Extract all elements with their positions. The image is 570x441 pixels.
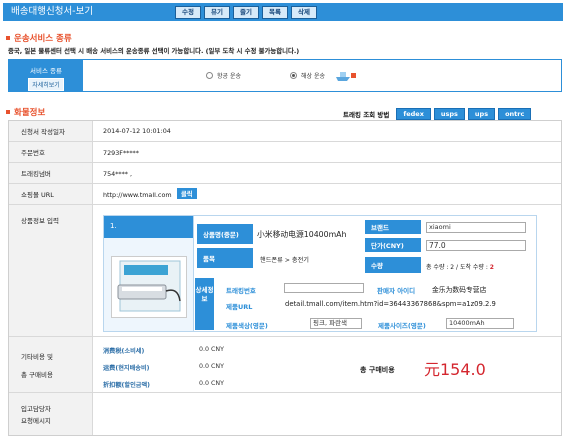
service-type-box: 서비스 종류 자세히보기 — [8, 59, 562, 92]
tracking-ontrc-button[interactable]: ontrc — [498, 108, 532, 120]
radio-air-label: 항공 운송 — [217, 73, 241, 80]
list-button[interactable]: 목록 — [262, 6, 288, 19]
tracking-usps-button[interactable]: usps — [433, 108, 465, 120]
table-row: 쇼핑몰 URL http://www.tmall.com 클릭 — [9, 184, 561, 205]
detail-info-label: 상세정보 — [195, 278, 214, 330]
discount-value: 0.0 CNY — [199, 380, 224, 387]
power-bank-image-icon — [117, 260, 181, 312]
tax-label: 消费税(소비세) — [103, 348, 145, 355]
mall-url-label: 쇼핑몰 URL — [9, 184, 93, 204]
category-label: 품목 — [197, 248, 253, 268]
seller-value: 金乐为数码专营店 — [432, 286, 487, 294]
date-label: 신청서 작성일자 — [9, 121, 93, 141]
total-label: 총 구매비용 — [360, 366, 395, 374]
order-number-label: 주문번호 — [9, 142, 93, 162]
order-number-value: 7293F***** — [103, 149, 139, 157]
table-row: 신청서 작성일자 2014-07-12 10:01:04 — [9, 121, 561, 142]
mall-url-value: http://www.tmall.com — [103, 191, 172, 199]
name-value: 小米移动电源10400mAh — [257, 230, 347, 239]
bullet-icon — [6, 110, 10, 114]
tracking-ups-button[interactable]: ups — [467, 108, 496, 120]
goods-input-label: 상품정보 입력 — [9, 205, 93, 336]
goods-section-heading: 화물정보 — [14, 108, 46, 118]
memo-label-line1: 입고담당자 — [21, 405, 51, 413]
qty-text: 총 수량 : 2 / 도착 수량 : — [426, 264, 490, 271]
tracking-number-label: 트래킹넘버 — [9, 163, 93, 183]
tracking-fedex-button[interactable]: fedex — [396, 108, 431, 120]
ship-icon — [336, 72, 356, 81]
radio-sea-circle[interactable] — [290, 72, 297, 79]
detail-button[interactable]: 자세히보기 — [28, 78, 64, 91]
page-title: 배송대행신청서-보기 — [11, 6, 94, 17]
size-label: 제품사이즈(영문) — [378, 322, 426, 330]
radio-sea[interactable]: 해상 운송 — [290, 71, 325, 80]
total-amount: 元154.0 — [424, 360, 486, 379]
qty-value: 총 수량 : 2 / 도착 수량 : 2 — [426, 262, 494, 271]
tracking-number-value: 754**** , — [103, 170, 133, 178]
service-type-label: 서비스 종류 — [30, 67, 62, 75]
toolbar: 수정 뮤기 즐기 목록 삭제 — [175, 6, 317, 19]
shipping-label: 运费(현지배송비) — [103, 365, 150, 372]
name-label: 상품명(중문) — [197, 224, 253, 244]
table-row-memo: 입고담당자 요청메시지 — [9, 393, 561, 435]
service-type-label-cell: 서비스 종류 자세히보기 — [9, 60, 83, 91]
edit-button[interactable]: 수정 — [175, 6, 201, 19]
color-label: 제품색상(영문) — [226, 322, 268, 330]
costs-label-line2: 총 구매비용 — [21, 370, 53, 379]
discount-label: 折扣额(할인금액) — [103, 382, 150, 389]
mall-click-button[interactable]: 클릭 — [177, 188, 197, 199]
memo-label-line2: 요청메시지 — [21, 417, 51, 425]
costs-label-cell: 기타비용 및 총 구매비용 — [9, 337, 93, 392]
goods-section-title: 화물정보 — [6, 106, 45, 118]
radio-air[interactable]: 항공 운송 — [206, 71, 241, 80]
goods-image-cell: 1. — [104, 216, 194, 331]
toolbar-button-2[interactable]: 뮤기 — [204, 6, 230, 19]
color-field[interactable]: 핑크, 파란색 — [310, 318, 362, 329]
brand-label: 브랜드 — [365, 220, 421, 234]
tracking-no-field[interactable] — [284, 283, 364, 293]
product-url-value: detail.tmall.com/item.htm?id=36443367868… — [285, 300, 496, 308]
date-value: 2014-07-12 10:01:04 — [103, 127, 171, 135]
memo-label-cell: 입고담당자 요청메시지 — [9, 393, 93, 435]
product-image — [111, 256, 187, 318]
bullet-icon — [6, 36, 10, 40]
tracking-methods: 트래킹 조회 방법 fedex usps ups ontrc — [343, 108, 532, 120]
price-field[interactable]: 77.0 — [426, 240, 526, 251]
qty-arrived: 2 — [489, 264, 494, 271]
radio-sea-label: 해상 운송 — [301, 73, 325, 80]
costs-label-line1: 기타비용 및 — [21, 352, 53, 361]
tracking-methods-label: 트래킹 조회 방법 — [343, 111, 390, 119]
service-section-title: 운송서비스 종류 — [6, 32, 72, 44]
qty-label: 수량 — [365, 257, 421, 273]
table-row: 트래킹넘버 754**** , — [9, 163, 561, 184]
size-field[interactable]: 10400mAh — [446, 318, 514, 329]
table-row: 주문번호 7293F***** — [9, 142, 561, 163]
brand-field[interactable]: xiaomi — [426, 222, 526, 233]
goods-index: 1. — [104, 216, 193, 238]
toolbar-button-3[interactable]: 즐기 — [233, 6, 259, 19]
service-section-heading: 운송서비스 종류 — [14, 34, 72, 44]
tax-value: 0.0 CNY — [199, 346, 224, 353]
shipping-value: 0.0 CNY — [199, 363, 224, 370]
radio-air-circle[interactable] — [206, 72, 213, 79]
product-url-label: 제품URL — [226, 303, 253, 311]
service-notice: 중국, 일본 물류센터 선택 시 배송 서비스의 운송종류 선택이 가능합니다.… — [8, 47, 300, 55]
tracking-no-label: 트래킹번호 — [226, 287, 256, 295]
delete-button[interactable]: 삭제 — [291, 6, 317, 19]
price-label: 단가(CNY) — [365, 238, 421, 252]
category-value: 핸드폰류 > 충전기 — [260, 257, 309, 264]
seller-label: 판매자 아이디 — [377, 287, 416, 295]
